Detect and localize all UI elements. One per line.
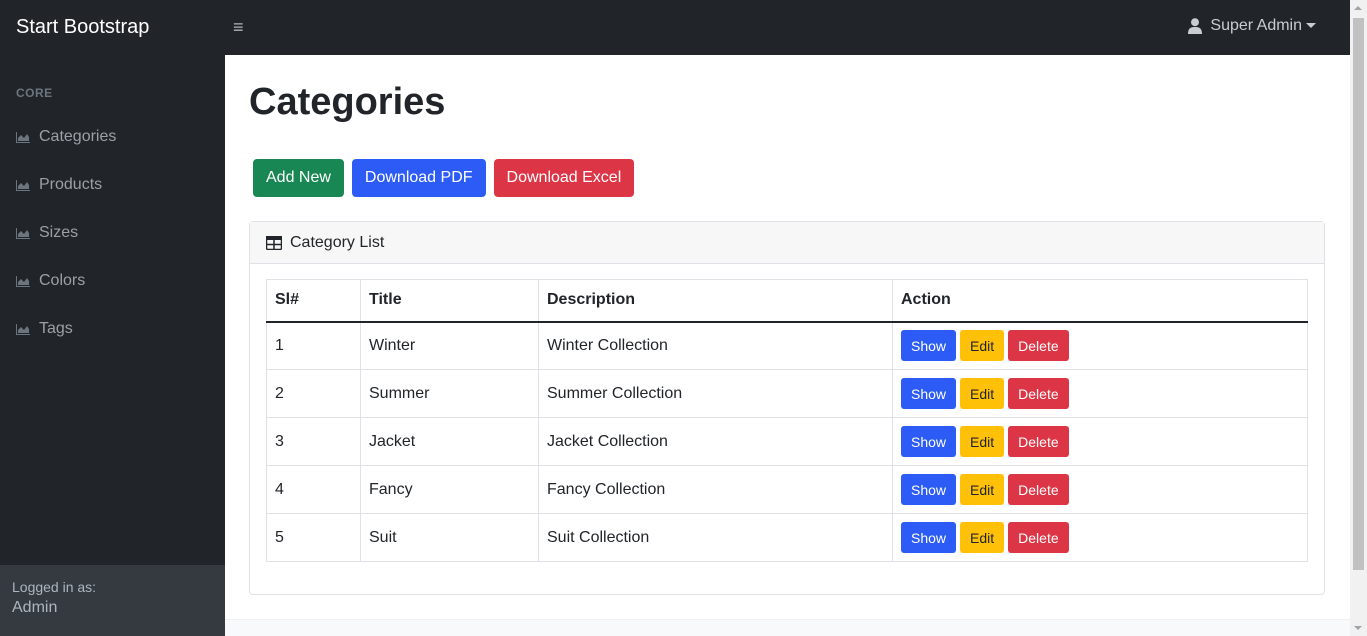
cell-description: Suit Collection <box>538 513 893 562</box>
table-row: 5 Suit Suit Collection Show Edit Delete <box>266 513 1308 562</box>
table-row: 4 Fancy Fancy Collection Show Edit Delete <box>266 465 1308 514</box>
sidebar-item-sizes[interactable]: Sizes <box>0 209 225 257</box>
cell-action: Show Edit Delete <box>892 513 1308 562</box>
show-button[interactable]: Show <box>901 378 957 409</box>
cell-description: Fancy Collection <box>538 465 893 514</box>
sidebar-heading: CORE <box>16 86 53 100</box>
cell-sl: 3 <box>266 417 361 466</box>
edit-button[interactable]: Edit <box>960 522 1005 553</box>
table-header-row: Sl# Title Description Action <box>266 279 1308 323</box>
cell-description: Jacket Collection <box>538 417 893 466</box>
delete-button[interactable]: Delete <box>1008 330 1069 362</box>
sidebar-item-products[interactable]: Products <box>0 161 225 209</box>
column-header-description: Description <box>538 279 893 323</box>
page-footer <box>225 619 1350 636</box>
cell-description: Summer Collection <box>538 369 893 418</box>
cell-title: Jacket <box>360 417 539 466</box>
scrollbar-thumb[interactable] <box>1353 18 1364 570</box>
delete-button[interactable]: Delete <box>1008 378 1069 409</box>
cell-sl: 2 <box>266 369 361 418</box>
chart-area-icon <box>16 179 30 191</box>
scroll-up-arrow-icon[interactable] <box>1354 6 1362 10</box>
vertical-scrollbar[interactable] <box>1350 0 1367 636</box>
column-header-title: Title <box>360 279 539 323</box>
cell-action: Show Edit Delete <box>892 465 1308 514</box>
download-excel-button[interactable]: Download Excel <box>493 159 635 197</box>
delete-button[interactable]: Delete <box>1008 522 1069 553</box>
sidebar: CORE Categories Products Sizes Colors Tags L… <box>0 55 225 636</box>
card-title: Category List <box>290 233 385 251</box>
sidebar-item-label: Categories <box>39 128 117 145</box>
category-list-card: Category List Sl# Title Description Acti… <box>249 221 1325 595</box>
cell-sl: 4 <box>266 465 361 514</box>
user-dropdown[interactable]: Super Admin <box>1188 17 1316 35</box>
scroll-down-arrow-icon[interactable] <box>1354 626 1362 630</box>
cell-title: Summer <box>360 369 539 418</box>
sidebar-toggle-bars-icon[interactable]: ≡ <box>233 17 244 38</box>
chart-area-icon <box>16 227 30 239</box>
category-table: Sl# Title Description Action 1 Winter Wint… <box>266 279 1308 562</box>
table-row: 1 Winter Winter Collection Show Edit Delete <box>266 321 1308 370</box>
logged-in-user: Admin <box>12 599 58 616</box>
cell-description: Winter Collection <box>538 321 893 370</box>
cell-sl: 1 <box>266 321 361 370</box>
add-new-button[interactable]: Add New <box>253 159 344 197</box>
delete-button[interactable]: Delete <box>1008 426 1069 457</box>
sidebar-item-categories[interactable]: Categories <box>0 113 225 161</box>
chart-area-icon <box>16 323 30 335</box>
download-pdf-button[interactable]: Download PDF <box>351 159 486 197</box>
sidebar-footer: Logged in as: Admin <box>0 565 225 636</box>
chart-area-icon <box>16 131 30 143</box>
show-button[interactable]: Show <box>901 330 957 362</box>
cell-title: Fancy <box>360 465 539 514</box>
chart-area-icon <box>16 275 30 287</box>
cell-action: Show Edit Delete <box>892 369 1308 418</box>
show-button[interactable]: Show <box>901 522 957 553</box>
page-title: Categories <box>249 81 446 123</box>
sidebar-item-label: Products <box>39 176 103 193</box>
sidebar-item-label: Colors <box>39 272 86 289</box>
sidebar-item-label: Tags <box>39 320 73 337</box>
action-buttons: Add New Download PDF Download Excel <box>253 159 642 197</box>
navbar-brand[interactable]: Start Bootstrap <box>0 16 225 39</box>
caret-down-icon <box>1306 22 1316 28</box>
card-header: Category List <box>250 222 1324 264</box>
user-name: Super Admin <box>1210 17 1302 34</box>
edit-button[interactable]: Edit <box>960 330 1005 362</box>
sidebar-item-colors[interactable]: Colors <box>0 257 225 305</box>
table-row: 2 Summer Summer Collection Show Edit Delete <box>266 369 1308 418</box>
cell-title: Winter <box>360 321 539 370</box>
column-header-action: Action <box>892 279 1308 323</box>
cell-action: Show Edit Delete <box>892 417 1308 466</box>
cell-title: Suit <box>360 513 539 562</box>
top-navbar: Start Bootstrap ≡ Super Admin <box>0 0 1350 55</box>
logged-in-label: Logged in as: <box>12 579 97 595</box>
table-icon <box>266 235 282 250</box>
cell-action: Show Edit Delete <box>892 321 1308 370</box>
sidebar-item-label: Sizes <box>39 224 79 241</box>
sidebar-item-tags[interactable]: Tags <box>0 305 225 353</box>
show-button[interactable]: Show <box>901 426 957 457</box>
table-row: 3 Jacket Jacket Collection Show Edit Delete <box>266 417 1308 466</box>
cell-sl: 5 <box>266 513 361 562</box>
delete-button[interactable]: Delete <box>1008 474 1069 505</box>
column-header-sl: Sl# <box>266 279 361 323</box>
edit-button[interactable]: Edit <box>960 474 1005 505</box>
edit-button[interactable]: Edit <box>960 426 1005 457</box>
user-icon <box>1188 18 1203 34</box>
edit-button[interactable]: Edit <box>960 378 1005 409</box>
main-content: Categories Add New Download PDF Download… <box>225 55 1350 636</box>
show-button[interactable]: Show <box>901 474 957 505</box>
